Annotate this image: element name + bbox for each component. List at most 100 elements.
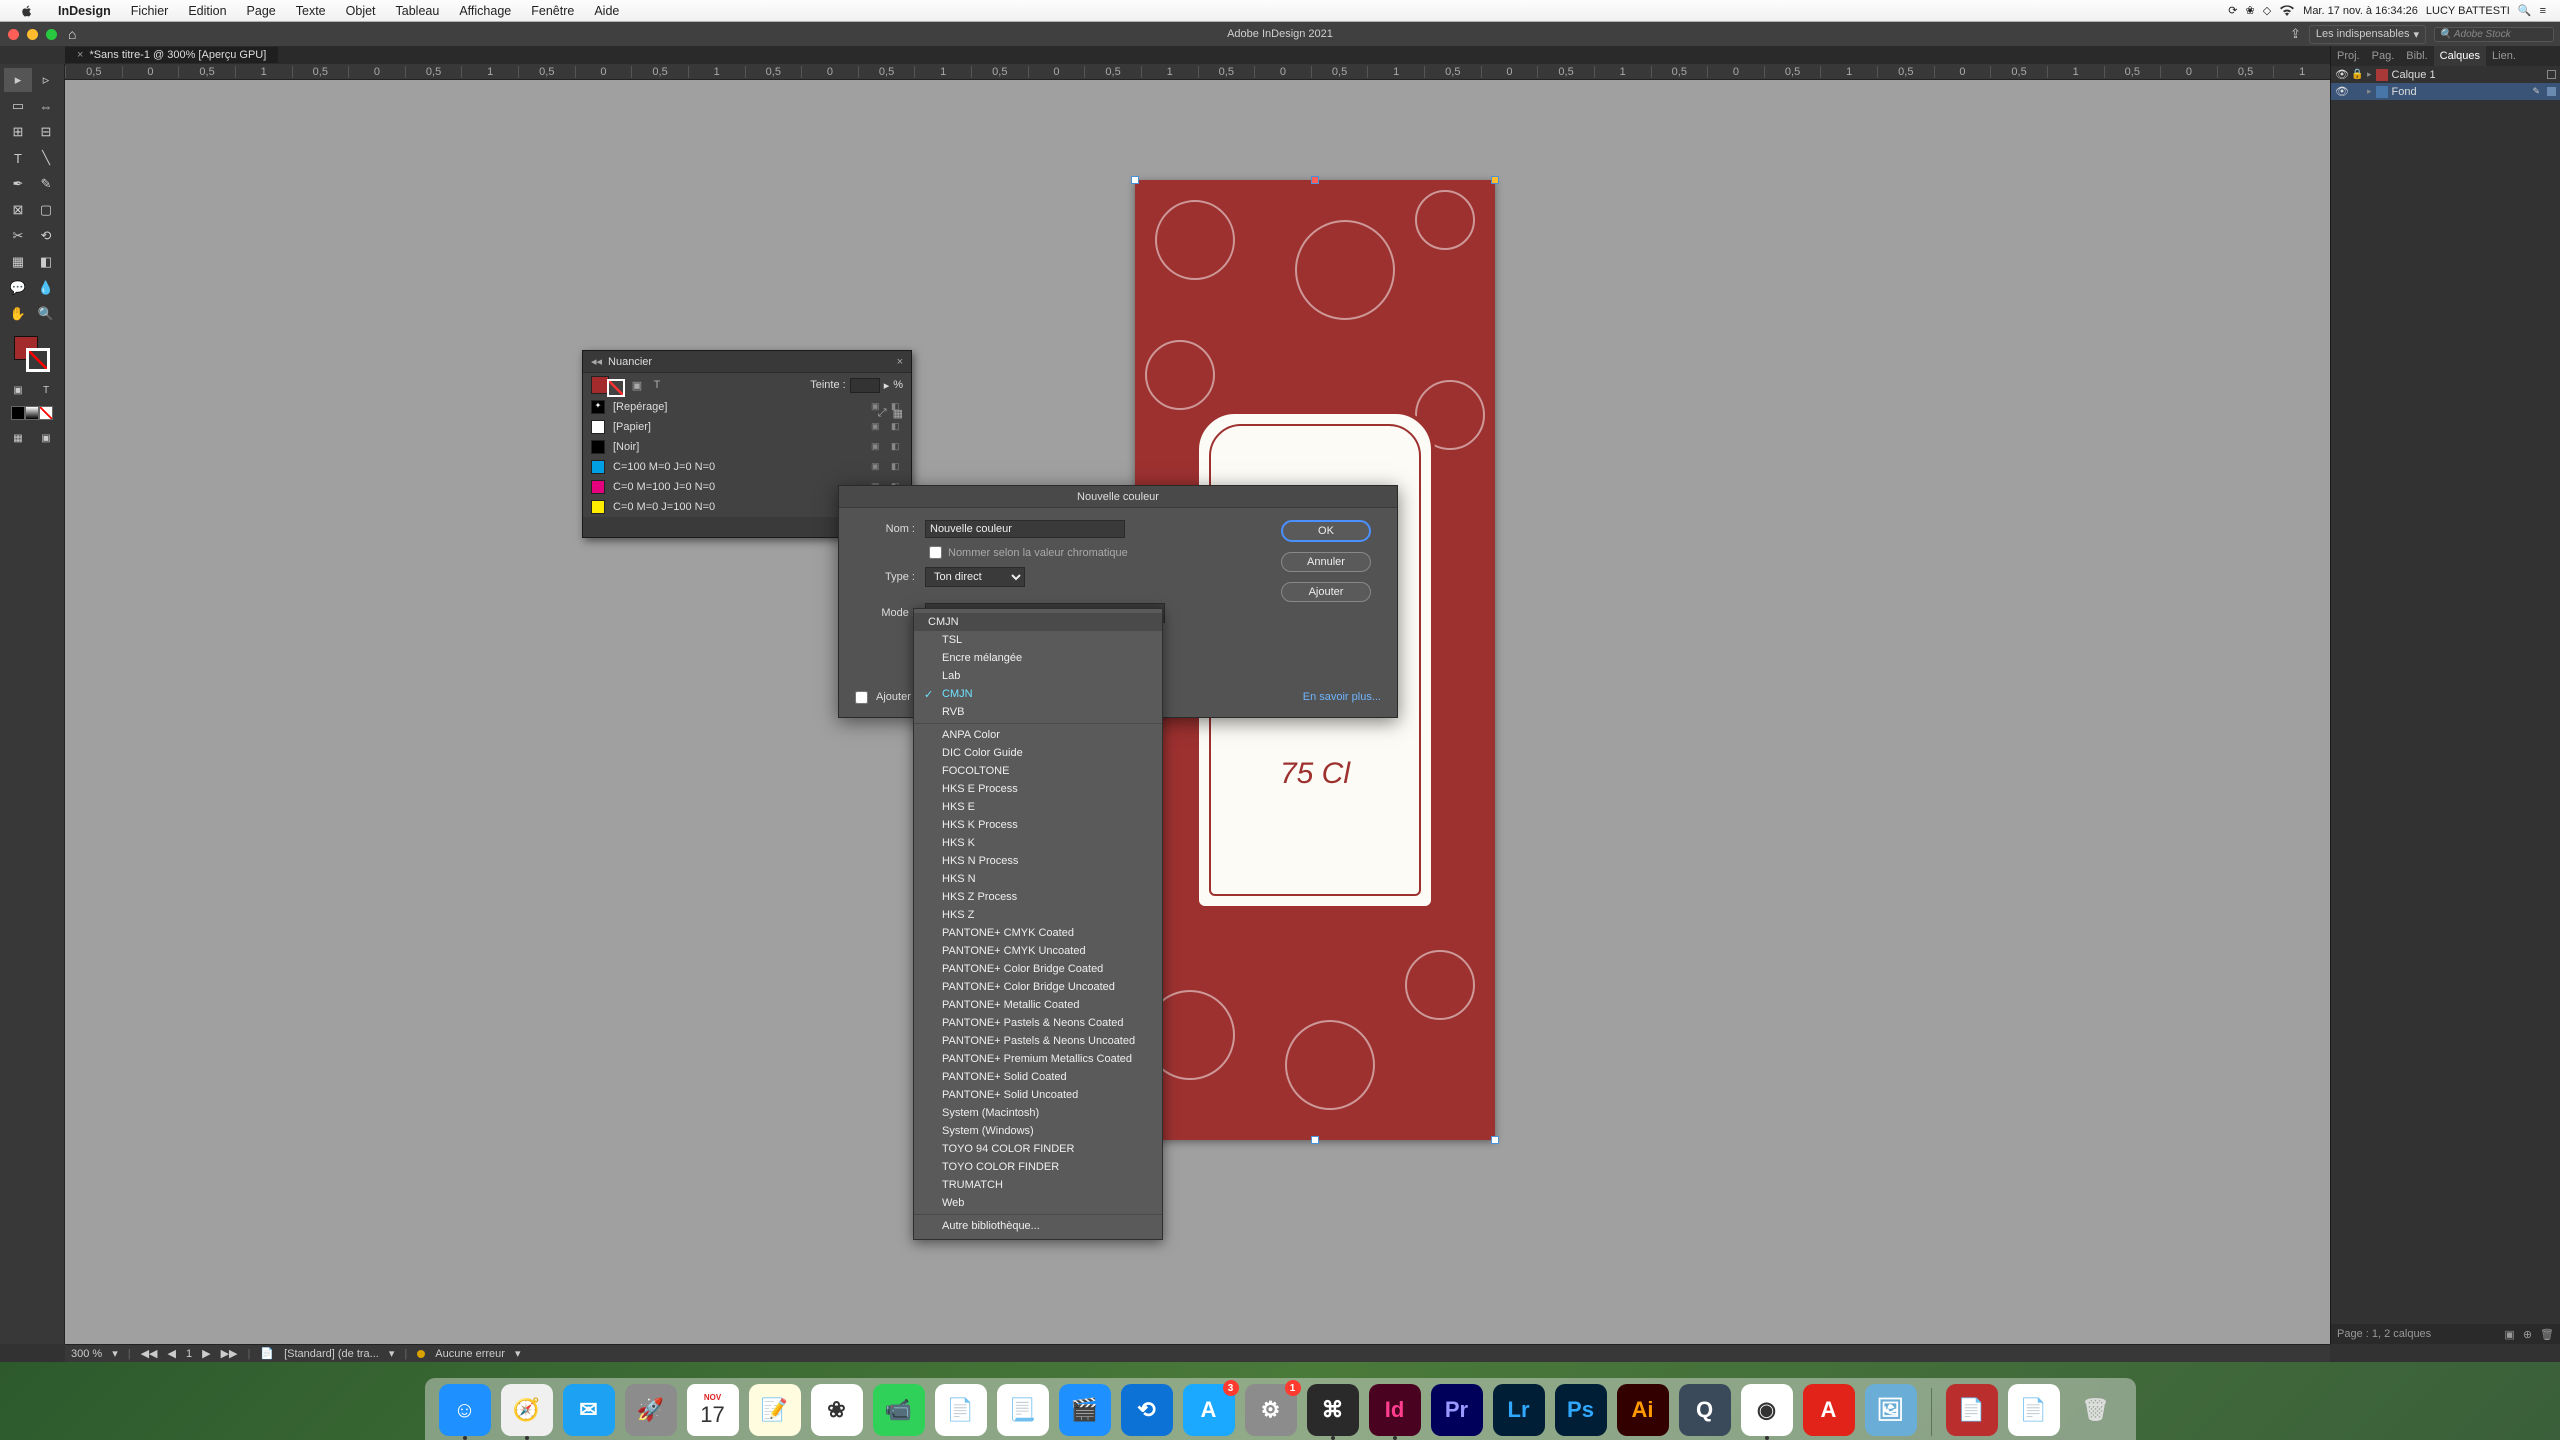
dock-app-indesign[interactable]: Id (1369, 1384, 1421, 1436)
lock-icon[interactable]: 🔒 (2351, 69, 2363, 80)
add-to-library-checkbox[interactable] (855, 691, 868, 704)
page-number[interactable]: 1 (186, 1348, 192, 1360)
dropdown-item[interactable]: HKS N (914, 870, 1162, 888)
chevron-down-icon[interactable]: ▾ (389, 1347, 395, 1360)
dock-app-chrome[interactable]: ◉ (1741, 1384, 1793, 1436)
profile-label[interactable]: [Standard] (de tra... (284, 1348, 379, 1360)
dock-item-doc1[interactable]: 📄 (1946, 1384, 1998, 1436)
hand-tool[interactable]: ✋ (4, 302, 32, 326)
view-mode-normal[interactable]: ▦ (4, 426, 32, 450)
menu-page[interactable]: Page (237, 4, 286, 18)
mode-dropdown-list[interactable]: CMJN TSLEncre mélangéeLabCMJNRVBANPA Col… (913, 608, 1163, 1240)
note-tool[interactable]: 💬 (4, 276, 32, 300)
color-name-input[interactable] (925, 520, 1125, 538)
dock-app-acrobat[interactable]: A (1803, 1384, 1855, 1436)
content-collector-tool[interactable]: ⊞ (4, 120, 32, 144)
chevron-down-icon[interactable]: ▾ (515, 1347, 521, 1360)
menu-aide[interactable]: Aide (584, 4, 629, 18)
dropdown-item[interactable]: PANTONE+ Color Bridge Coated (914, 960, 1162, 978)
app-name-menu[interactable]: InDesign (48, 4, 121, 18)
layer-target-icon[interactable] (2547, 87, 2556, 96)
gradient-swatch-tool[interactable]: ▦ (4, 250, 32, 274)
selection-handle[interactable] (1311, 176, 1319, 184)
dropdown-item[interactable]: TOYO COLOR FINDER (914, 1158, 1162, 1176)
collapse-icon[interactable]: ◂◂ (591, 355, 602, 368)
menu-edition[interactable]: Edition (178, 4, 236, 18)
layer-row[interactable]: 👁 🔒 ▸ Calque 1 (2331, 66, 2560, 83)
spotlight-icon[interactable]: 🔍 (2518, 4, 2532, 17)
dropdown-item[interactable]: DIC Color Guide (914, 744, 1162, 762)
dropdown-item[interactable]: Autre bibliothèque... (914, 1217, 1162, 1235)
status-cc-icon[interactable]: ❀ (2245, 4, 2254, 17)
layer-row[interactable]: 👁 ▸ Fond ✎ (2331, 83, 2560, 100)
selection-handle[interactable] (1131, 176, 1139, 184)
dock-app-lightroom[interactable]: Lr (1493, 1384, 1545, 1436)
selection-handle[interactable] (1491, 1136, 1499, 1144)
add-button[interactable]: Ajouter (1281, 582, 1371, 602)
learn-more-link[interactable]: En savoir plus... (1303, 691, 1381, 703)
swatch-row[interactable]: ✦[Repérage]▣◧ (583, 397, 911, 417)
dock-app-facetime[interactable]: 📹 (873, 1384, 925, 1436)
fill-stroke-swatch[interactable] (12, 334, 52, 374)
page-tool[interactable]: ▭ (4, 94, 32, 118)
dock-app-preview[interactable]: 🖼 (1865, 1384, 1917, 1436)
swatch-menu-icon[interactable]: ▦ (893, 407, 903, 420)
dropdown-item[interactable]: Encre mélangée (914, 649, 1162, 667)
menu-tableau[interactable]: Tableau (386, 4, 450, 18)
page-prev-single-icon[interactable]: ◀ (168, 1347, 176, 1360)
dock-app-photoshop[interactable]: Ps (1555, 1384, 1607, 1436)
dropdown-item[interactable]: Web (914, 1194, 1162, 1212)
tab-biblio[interactable]: Bibl. (2400, 46, 2433, 66)
dropdown-item[interactable]: HKS E (914, 798, 1162, 816)
expand-icon[interactable]: ▸ (2367, 86, 2372, 97)
cancel-button[interactable]: Annuler (1281, 552, 1371, 572)
home-icon[interactable]: ⌂ (68, 26, 76, 42)
formatting-container[interactable]: ▣ (4, 378, 32, 402)
dock-app-premiere[interactable]: Pr (1431, 1384, 1483, 1436)
dock-app-cc[interactable]: ⌘ (1307, 1384, 1359, 1436)
dropdown-item[interactable]: ANPA Color (914, 726, 1162, 744)
stroke-swatch[interactable] (607, 379, 625, 397)
status-sync-icon[interactable]: ⟳ (2228, 4, 2237, 17)
selection-handle[interactable] (1311, 1136, 1319, 1144)
delete-layer-icon[interactable]: 🗑 (2540, 1328, 2554, 1341)
gradient-feather-tool[interactable]: ◧ (32, 250, 60, 274)
menu-affichage[interactable]: Affichage (449, 4, 521, 18)
dock-item-doc2[interactable]: 📄 (2008, 1384, 2060, 1436)
menu-fichier[interactable]: Fichier (121, 4, 179, 18)
status-user[interactable]: LUCY BATTESTI (2426, 5, 2510, 17)
name-with-value-checkbox[interactable] (929, 546, 942, 559)
dock-app-calendar[interactable]: NOV17 (687, 1384, 739, 1436)
dropdown-item[interactable]: TOYO 94 COLOR FINDER (914, 1140, 1162, 1158)
dropdown-item[interactable]: HKS N Process (914, 852, 1162, 870)
errors-label[interactable]: Aucune erreur (435, 1348, 505, 1360)
menu-objet[interactable]: Objet (336, 4, 386, 18)
dock-app-keynote[interactable]: 🎬 (1059, 1384, 1111, 1436)
dock-app-appstore[interactable]: A3 (1183, 1384, 1235, 1436)
dock-app-notes[interactable]: 📝 (749, 1384, 801, 1436)
dropdown-item[interactable]: PANTONE+ Solid Uncoated (914, 1086, 1162, 1104)
apply-color[interactable] (11, 406, 25, 420)
dropdown-item[interactable]: PANTONE+ Metallic Coated (914, 996, 1162, 1014)
open-doc-icon[interactable]: 📄 (260, 1347, 274, 1360)
type-tool[interactable]: T (4, 146, 32, 170)
dropdown-item[interactable]: PANTONE+ Pastels & Neons Uncoated (914, 1032, 1162, 1050)
visibility-icon[interactable]: 👁 (2335, 68, 2347, 81)
dropdown-item[interactable]: PANTONE+ Premium Metallics Coated (914, 1050, 1162, 1068)
container-format-icon[interactable]: ▣ (629, 377, 645, 393)
zoom-tool[interactable]: 🔍 (32, 302, 60, 326)
tint-arrow-icon[interactable]: ▸ (884, 379, 890, 392)
dropdown-item[interactable]: CMJN (914, 685, 1162, 703)
stroke-color[interactable] (26, 348, 50, 372)
dock-item-trash[interactable]: 🗑 (2070, 1384, 2122, 1436)
dropdown-item[interactable]: PANTONE+ CMYK Uncoated (914, 942, 1162, 960)
free-transform-tool[interactable]: ⟲ (32, 224, 60, 248)
dropdown-item[interactable]: System (Windows) (914, 1122, 1162, 1140)
eyedropper-tool[interactable]: 💧 (32, 276, 60, 300)
tab-calques[interactable]: Calques (2434, 46, 2486, 66)
rectangle-frame-tool[interactable]: ⊠ (4, 198, 32, 222)
expand-icon[interactable]: ▸ (2367, 69, 2372, 80)
swatch-row[interactable]: [Papier]▣◧ (583, 417, 911, 437)
dropdown-item[interactable]: PANTONE+ CMYK Coated (914, 924, 1162, 942)
scissors-tool[interactable]: ✂ (4, 224, 32, 248)
